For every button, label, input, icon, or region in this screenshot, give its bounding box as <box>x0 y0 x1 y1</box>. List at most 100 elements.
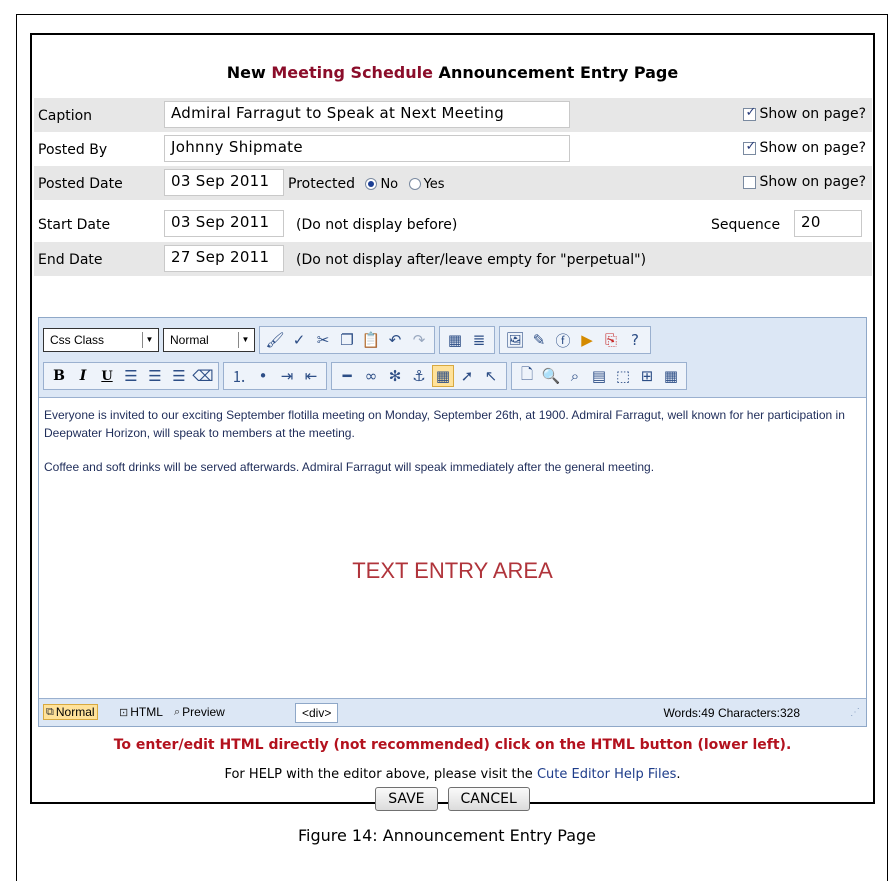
flash-icon[interactable]: ⓕ <box>552 329 574 351</box>
content-paragraph: Coffee and soft drinks will be served af… <box>44 460 655 474</box>
print-preview-icon[interactable]: 🔍 <box>540 365 562 387</box>
rich-text-editor: Css Class ▼ Normal ▼ 🖌 ✓ ✂ ❐ 📋 ↶ ↷ ▦ ≣ 🖼… <box>38 317 867 727</box>
mode-normal-button[interactable]: ⧉ Normal <box>43 704 98 720</box>
checkbox-checked-icon[interactable] <box>743 105 757 121</box>
new-document-icon[interactable]: 🗋 <box>516 365 538 387</box>
action-buttons: SAVE CANCEL <box>32 787 873 811</box>
format-dropdown[interactable]: Normal ▼ <box>163 328 255 352</box>
help-text: For HELP with the editor above, please v… <box>224 767 681 782</box>
pointer-icon[interactable]: ↖ <box>480 365 502 387</box>
protected-no-radio[interactable] <box>365 178 378 190</box>
align-left-icon[interactable]: ☰ <box>120 365 142 387</box>
table-select-icon[interactable]: ⬚ <box>612 365 634 387</box>
redo-icon[interactable]: ↷ <box>408 329 430 351</box>
start-date-input[interactable]: 03 Sep 2011 <box>164 210 284 237</box>
resize-grip-icon[interactable]: ⋰ <box>850 707 860 718</box>
format-painter-icon[interactable]: 🖌 <box>264 329 286 351</box>
end-date-label: End Date <box>38 252 103 268</box>
start-date-label: Start Date <box>38 217 111 233</box>
mode-preview-button[interactable]: ⌕ Preview <box>174 705 225 719</box>
eraser-icon[interactable]: ⌫ <box>192 365 214 387</box>
protected-group: Protected No Yes <box>288 176 445 192</box>
caption-show-checkbox[interactable]: Show on page? <box>743 105 866 122</box>
announcement-entry-panel: New Meeting Schedule Announcement Entry … <box>30 33 875 811</box>
posted-date-label: Posted Date <box>38 176 123 192</box>
start-date-row: Start Date 03 Sep 2011 (Do not display b… <box>34 207 872 241</box>
caption-row: Caption Admiral Farragut to Speak at Nex… <box>34 98 872 132</box>
align-center-icon[interactable]: ☰ <box>144 365 166 387</box>
sequence-input[interactable]: 20 <box>794 210 862 237</box>
normal-mode-icon: ⧉ <box>46 705 54 718</box>
toolbar-group-links: ━ ∞ ✻ ⚓ ▦ ➚ ↖ <box>331 362 507 390</box>
media-icon[interactable]: ▶ <box>576 329 598 351</box>
copy-icon[interactable]: ❐ <box>336 329 358 351</box>
horizontal-rule-icon[interactable]: ━ <box>336 365 358 387</box>
sequence-label: Sequence <box>711 217 781 233</box>
undo-icon[interactable]: ↶ <box>384 329 406 351</box>
paste-icon[interactable]: 📋 <box>360 329 382 351</box>
posted-date-input[interactable]: 03 Sep 2011 <box>164 169 284 196</box>
indent-icon[interactable]: ⇥ <box>276 365 298 387</box>
posted-by-input[interactable]: Johnny Shipmate <box>164 135 570 162</box>
anchor-icon[interactable]: ⚓ <box>408 365 430 387</box>
editor-statusbar: ⧉ Normal ⊡ HTML ⌕ Preview <div> Words:49 Ch… <box>39 698 866 726</box>
paste-word-icon[interactable]: ▦ <box>444 329 466 351</box>
posted-by-show-checkbox[interactable]: Show on page? <box>743 139 866 156</box>
underline-icon[interactable]: U <box>96 365 118 387</box>
css-class-dropdown[interactable]: Css Class ▼ <box>43 328 159 352</box>
posted-date-show-checkbox[interactable]: Show on page? <box>743 174 866 190</box>
checkbox-checked-icon[interactable] <box>743 139 757 155</box>
cancel-button[interactable]: CANCEL <box>447 787 530 811</box>
bullet-list-icon[interactable]: • <box>252 365 274 387</box>
numbered-list-icon[interactable]: ⒈ <box>228 365 250 387</box>
grid-toggle-icon[interactable]: ▦ <box>432 365 454 387</box>
italic-icon[interactable]: I <box>72 365 94 387</box>
figure-caption: Figure 14: Announcement Entry Page <box>297 826 597 845</box>
end-date-note: (Do not display after/leave empty for "p… <box>296 252 647 268</box>
posted-by-row: Posted By Johnny Shipmate Show on page? <box>34 132 872 166</box>
preview-icon: ⌕ <box>174 705 181 718</box>
caption-label: Caption <box>38 108 93 124</box>
posted-by-label: Posted By <box>38 142 108 158</box>
save-button[interactable]: SAVE <box>375 787 438 811</box>
bold-icon[interactable]: B <box>48 365 70 387</box>
help-icon[interactable]: ? <box>624 329 646 351</box>
form-icon[interactable]: ▤ <box>588 365 610 387</box>
image-gallery-icon[interactable]: ✎ <box>528 329 550 351</box>
end-date-input[interactable]: 27 Sep 2011 <box>164 245 284 272</box>
editor-content-area[interactable]: Everyone is invited to our exciting Sept… <box>44 406 858 492</box>
help-files-link[interactable]: Cute Editor Help Files <box>537 767 676 782</box>
link-icon[interactable]: ∞ <box>360 365 382 387</box>
cut-icon[interactable]: ✂ <box>312 329 334 351</box>
cell-icon[interactable]: ⊞ <box>636 365 658 387</box>
pdf-icon[interactable]: ⎘ <box>600 329 622 351</box>
caption-input[interactable]: Admiral Farragut to Speak at Next Meetin… <box>164 101 570 128</box>
insert-table-icon[interactable]: ▦ <box>660 365 682 387</box>
html-mode-icon: ⊡ <box>119 706 129 719</box>
word-character-count: Words:49 Characters:328 <box>663 706 800 720</box>
page-title: New Meeting Schedule Announcement Entry … <box>226 63 679 82</box>
protected-yes-radio[interactable] <box>408 178 421 190</box>
spellcheck-icon[interactable]: ✓ <box>288 329 310 351</box>
outdent-icon[interactable]: ⇤ <box>300 365 322 387</box>
find-icon[interactable]: ⌕ <box>564 365 586 387</box>
toolbar-group-media: 🖼 ✎ ⓕ ▶ ⎘ ? <box>499 326 651 354</box>
content-paragraph: Everyone is invited to our exciting Sept… <box>44 408 845 440</box>
unlink-icon[interactable]: ✻ <box>384 365 406 387</box>
tag-path-div[interactable]: <div> <box>295 703 339 723</box>
checkbox-unchecked-icon[interactable] <box>743 175 757 189</box>
chevron-down-icon: ▼ <box>238 332 252 348</box>
toolbar-group-format: B I U ☰ ☰ ☰ ⌫ <box>43 362 219 390</box>
align-right-icon[interactable]: ☰ <box>168 365 190 387</box>
insert-image-icon[interactable]: 🖼 <box>504 329 526 351</box>
paste-text-icon[interactable]: ≣ <box>468 329 490 351</box>
select-icon[interactable]: ➚ <box>456 365 478 387</box>
toolbar-group-insert: ▦ ≣ <box>439 326 495 354</box>
editor-toolbar: Css Class ▼ Normal ▼ 🖌 ✓ ✂ ❐ 📋 ↶ ↷ ▦ ≣ 🖼… <box>39 318 866 398</box>
toolbar-group-lists: ⒈ • ⇥ ⇤ <box>223 362 327 390</box>
toolbar-group-tools: 🗋 🔍 ⌕ ▤ ⬚ ⊞ ▦ <box>511 362 687 390</box>
toolbar-row-2: B I U ☰ ☰ ☰ ⌫ ⒈ • ⇥ ⇤ ━ ∞ ✻ ⚓ ▦ ➚ ↖ 🗋 🔍 … <box>43 360 691 392</box>
chevron-down-icon: ▼ <box>142 332 156 348</box>
mode-html-button[interactable]: ⊡ HTML <box>119 705 163 719</box>
toolbar-row-1: Css Class ▼ Normal ▼ 🖌 ✓ ✂ ❐ 📋 ↶ ↷ ▦ ≣ 🖼… <box>43 324 655 356</box>
